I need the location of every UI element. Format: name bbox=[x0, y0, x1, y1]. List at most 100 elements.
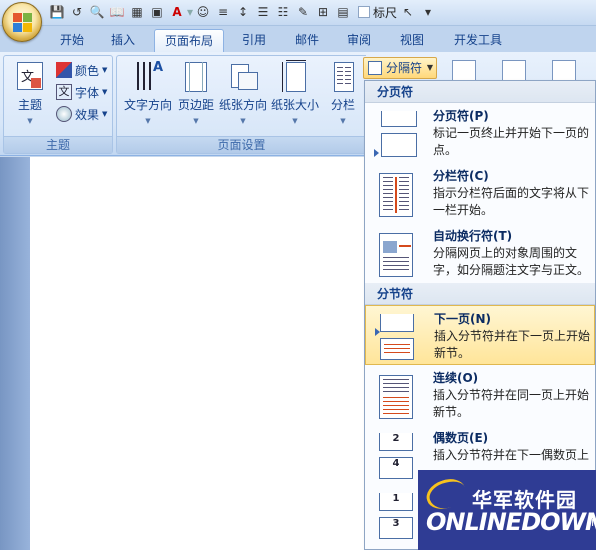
orientation-button[interactable]: 纸张方向 ▼ bbox=[217, 60, 269, 125]
breaks-button[interactable]: 分隔符 ▼ bbox=[363, 57, 437, 79]
colors-label: 颜色 bbox=[75, 63, 100, 78]
orientation-label: 纸张方向 bbox=[218, 98, 267, 112]
menu-item-next-page[interactable]: 下一页(N) 插入分节符并在下一页上开始新节。 bbox=[365, 305, 595, 365]
chevron-down-icon: ▼ bbox=[340, 117, 346, 125]
open-book-icon[interactable]: 📖 bbox=[108, 3, 126, 21]
chevron-down-icon: ▼ bbox=[102, 66, 108, 74]
bullets-icon[interactable]: ☰ bbox=[254, 3, 272, 21]
borders-icon[interactable]: ⊞ bbox=[314, 3, 332, 21]
chevron-down-icon: ▼ bbox=[27, 117, 33, 125]
chevron-down-icon: ▼ bbox=[102, 110, 108, 118]
menu-item-desc: 分隔网页上的对象周围的文字，如分隔题注文字与正文。 bbox=[433, 246, 590, 277]
chevron-down-icon: ▼ bbox=[240, 117, 246, 125]
quick-access-icons: 💾 ↺ 🔍 📖 ▦ ▣ A ▾ ☺ ≡ ↕ ☰ ☷ ✎ ⊞ ▤ 标尺 ↖ ▾ bbox=[48, 3, 437, 21]
customize-dropdown-icon[interactable]: ▾ bbox=[419, 3, 437, 21]
page-break-icon bbox=[375, 111, 417, 157]
section-breaks-header: 分节符 bbox=[365, 283, 595, 305]
next-page-break-icon bbox=[376, 314, 416, 360]
theme-icon: 文 bbox=[15, 60, 45, 94]
text-direction-label: 文字方向 bbox=[123, 98, 172, 112]
text-direction-button[interactable]: A 文字方向 ▼ bbox=[120, 60, 176, 125]
chevron-down-icon: ▼ bbox=[292, 117, 298, 125]
select-cursor-icon[interactable]: ↖ bbox=[399, 3, 417, 21]
colors-button[interactable]: 颜色 ▼ bbox=[56, 60, 107, 80]
ruler-checkbox[interactable]: 标尺 bbox=[358, 4, 397, 21]
colors-icon bbox=[56, 62, 72, 78]
menu-item-title: 分栏符(C) bbox=[433, 169, 489, 183]
vertical-ruler bbox=[0, 157, 30, 550]
format-painter-icon[interactable]: ✎ bbox=[294, 3, 312, 21]
fonts-label: 字体 bbox=[75, 85, 100, 100]
tab-review[interactable]: 审阅 bbox=[337, 29, 381, 52]
quick-access-toolbar: 💾 ↺ 🔍 📖 ▦ ▣ A ▾ ☺ ≡ ↕ ☰ ☷ ✎ ⊞ ▤ 标尺 ↖ ▾ bbox=[0, 0, 596, 26]
text-direction-icon: A bbox=[133, 60, 163, 94]
tab-mailings[interactable]: 邮件 bbox=[285, 29, 329, 52]
effects-button[interactable]: 效果 ▼ bbox=[56, 104, 107, 124]
save-icon[interactable]: 💾 bbox=[48, 3, 66, 21]
menu-item-column-break[interactable]: 分栏符(C) 指示分栏符后面的文字将从下一栏开始。 bbox=[365, 163, 595, 223]
line-spacing-icon[interactable]: ↕ bbox=[234, 3, 252, 21]
office-logo-icon bbox=[13, 13, 33, 33]
menu-item-desc: 插入分节符并在下一偶数页上 bbox=[433, 448, 590, 462]
theme-group: 文 主题 ▼ 颜色 ▼ 文 字体 ▼ 效果 ▼ 主题 bbox=[3, 55, 113, 154]
page-setup-group: A 文字方向 ▼ 页边距 ▼ 纸张方向 ▼ 纸张大小 ▼ 分栏 ▼ 页面设置 bbox=[116, 55, 366, 154]
dropdown-arrow-icon[interactable]: ▾ bbox=[187, 3, 193, 21]
fonts-icon: 文 bbox=[56, 84, 72, 100]
tab-references[interactable]: 引用 bbox=[232, 29, 276, 52]
menu-item-title: 分页符(P) bbox=[433, 109, 489, 123]
tab-home[interactable]: 开始 bbox=[50, 29, 94, 52]
image-icon[interactable]: ▣ bbox=[148, 3, 166, 21]
site-watermark: 华军软件园 ONLINEDOWN .NET bbox=[418, 470, 596, 550]
tab-developer[interactable]: 开发工具 bbox=[444, 29, 512, 52]
menu-item-desc: 插入分节符并在同一页上开始新节。 bbox=[433, 388, 590, 419]
tab-insert[interactable]: 插入 bbox=[101, 29, 145, 52]
menu-item-text-wrapping-break[interactable]: 自动换行符(T) 分隔网页上的对象周围的文字，如分隔题注文字与正文。 bbox=[365, 223, 595, 283]
continuous-break-icon bbox=[375, 373, 415, 419]
page-breaks-header: 分页符 bbox=[365, 81, 595, 103]
ruler-checkbox-box[interactable] bbox=[358, 6, 370, 18]
watermark-en-text: ONLINEDOWN bbox=[426, 508, 596, 536]
menu-item-desc: 标记一页终止并开始下一页的点。 bbox=[433, 126, 590, 157]
effects-label: 效果 bbox=[75, 107, 100, 122]
ribbon-tabs: 开始 插入 页面布局 引用 邮件 审阅 视图 开发工具 bbox=[0, 26, 596, 52]
align-center-icon[interactable]: ≡ bbox=[214, 3, 232, 21]
column-break-icon bbox=[375, 171, 415, 217]
menu-item-title: 偶数页(E) bbox=[433, 431, 489, 445]
size-button[interactable]: 纸张大小 ▼ bbox=[269, 60, 321, 125]
tab-page-layout[interactable]: 页面布局 bbox=[154, 29, 225, 52]
fonts-button[interactable]: 文 字体 ▼ bbox=[56, 82, 107, 102]
menu-item-desc: 插入分节符并在下一页上开始新节。 bbox=[434, 329, 591, 360]
tab-view[interactable]: 视图 bbox=[390, 29, 434, 52]
document-area bbox=[0, 157, 364, 550]
table-icon[interactable]: ▦ bbox=[128, 3, 146, 21]
text-wrapping-break-icon bbox=[375, 231, 415, 277]
menu-item-page-break[interactable]: 分页符(P) 标记一页终止并开始下一页的点。 bbox=[365, 103, 595, 163]
chevron-down-icon: ▼ bbox=[145, 117, 151, 125]
document-page[interactable] bbox=[30, 157, 364, 550]
print-preview-icon[interactable]: 🔍 bbox=[88, 3, 106, 21]
undo-icon[interactable]: ↺ bbox=[68, 3, 86, 21]
watermark-net-text: .NET bbox=[588, 518, 596, 529]
columns-button[interactable]: 分栏 ▼ bbox=[321, 60, 365, 125]
columns-icon bbox=[328, 60, 358, 94]
odd-page-break-icon: 1 3 bbox=[375, 493, 415, 539]
office-button[interactable] bbox=[2, 2, 42, 42]
styles-icon[interactable]: ▤ bbox=[334, 3, 352, 21]
margins-icon bbox=[181, 60, 211, 94]
breaks-icon bbox=[368, 61, 382, 75]
ruler-label: 标尺 bbox=[373, 5, 398, 20]
theme-button-label: 主题 bbox=[17, 98, 42, 112]
smiley-icon[interactable]: ☺ bbox=[194, 3, 212, 21]
theme-group-label: 主题 bbox=[4, 136, 112, 153]
margins-label: 页边距 bbox=[177, 98, 214, 112]
theme-button[interactable]: 文 主题 ▼ bbox=[6, 60, 54, 125]
chevron-down-icon: ▼ bbox=[193, 117, 199, 125]
menu-item-continuous[interactable]: 连续(O) 插入分节符并在同一页上开始新节。 bbox=[365, 365, 595, 425]
font-color-icon[interactable]: A bbox=[168, 3, 186, 21]
effects-icon bbox=[56, 106, 72, 122]
chevron-down-icon: ▼ bbox=[102, 88, 108, 96]
numbering-icon[interactable]: ☷ bbox=[274, 3, 292, 21]
page-setup-group-label: 页面设置 bbox=[117, 136, 366, 153]
menu-item-desc: 指示分栏符后面的文字将从下一栏开始。 bbox=[433, 186, 590, 217]
margins-button[interactable]: 页边距 ▼ bbox=[174, 60, 218, 125]
